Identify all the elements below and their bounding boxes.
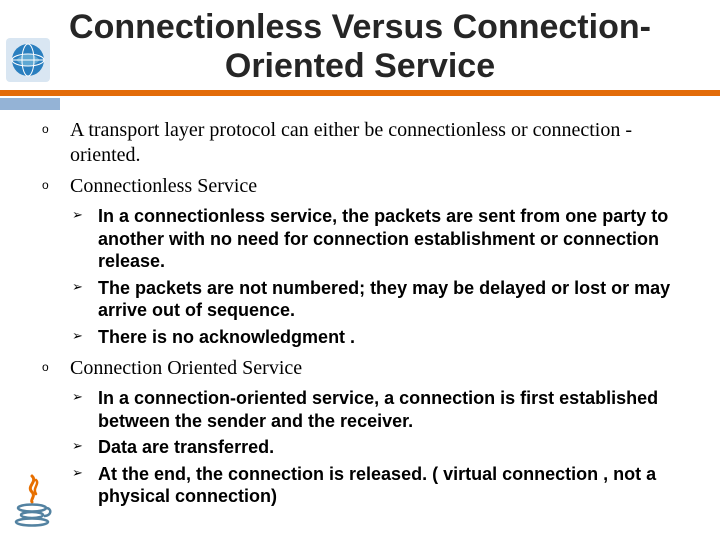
globe-icon (6, 38, 50, 82)
oriented-point: In a connection-oriented service, a conn… (88, 387, 692, 432)
content-area: A transport layer protocol can either be… (0, 110, 720, 508)
bullet-connectionless-heading: Connectionless Service (70, 174, 692, 199)
accent-bar (0, 90, 720, 96)
connectionless-point: In a connectionless service, the packets… (88, 205, 692, 273)
connectionless-point: There is no acknowledgment . (88, 326, 692, 349)
slide-title: Connectionless Versus Connection-Oriente… (40, 8, 680, 86)
java-logo-icon (10, 472, 54, 528)
connectionless-sublist: In a connectionless service, the packets… (88, 205, 692, 348)
bullet-oriented-heading: Connection Oriented Service (70, 356, 692, 381)
bullet-intro: A transport layer protocol can either be… (70, 118, 692, 168)
oriented-sublist: In a connection-oriented service, a conn… (88, 387, 692, 508)
sub-accent-bar (0, 98, 60, 110)
oriented-point: Data are transferred. (88, 436, 692, 459)
oriented-point: At the end, the connection is released. … (88, 463, 692, 508)
slide: Connectionless Versus Connection-Oriente… (0, 8, 720, 540)
connectionless-point: The packets are not numbered; they may b… (88, 277, 692, 322)
